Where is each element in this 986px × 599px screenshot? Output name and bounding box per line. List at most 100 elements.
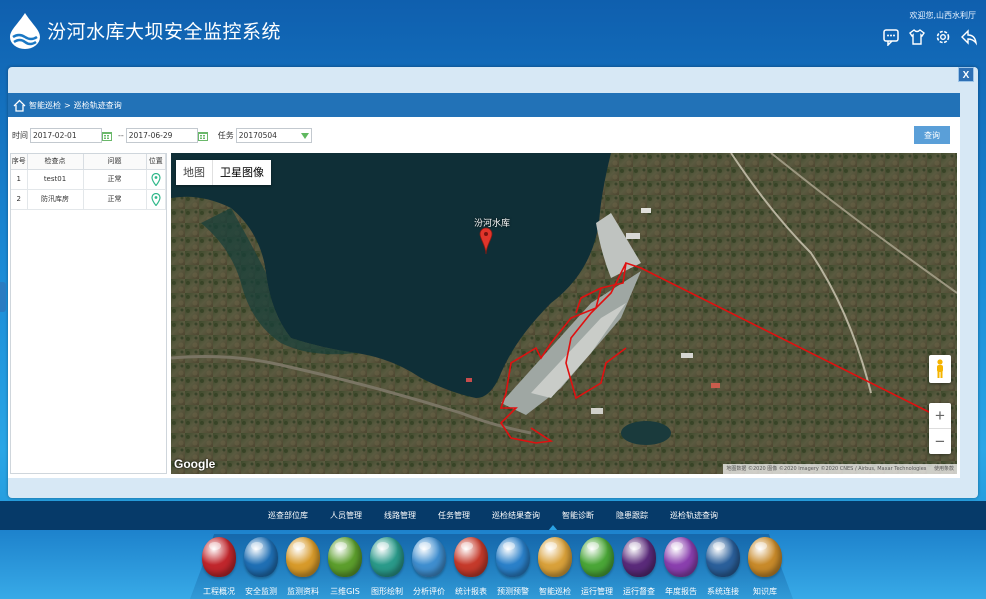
subnav-item-inspection-parts[interactable]: 巡查部位库 [268,510,308,521]
cell-location [146,169,166,190]
col-header-point: 检查点 [27,154,84,170]
operation-management-icon [580,537,614,577]
task-select-value: 20170504 [238,131,277,140]
subnav-item-hazard-tracking[interactable]: 隐患跟踪 [616,510,648,521]
map-type-satellite-button[interactable]: 卫星图像 [212,160,271,185]
dock-item-forecast[interactable]: 预测预警 [492,537,534,597]
zoom-in-button[interactable]: + [929,403,951,428]
dock-label: 三维GIS [330,587,360,596]
checkpoint-table: 序号 检查点 问题 位置 1 test01 正常 2 防汛库房 正常 [10,153,167,474]
subnav-item-personnel[interactable]: 人员管理 [330,510,362,521]
dock-label: 知识库 [753,587,777,596]
subnav-item-track-query[interactable]: 巡检轨迹查询 [670,510,718,521]
dock-item-safety-monitoring[interactable]: 安全监测 [240,537,282,597]
dock-item-monitoring-data[interactable]: 监测资料 [282,537,324,597]
breadcrumb-separator: > [64,100,71,110]
shirt-theme-icon[interactable] [908,28,926,46]
project-overview-icon [202,537,236,577]
dock-item-graph-drawing[interactable]: 图形绘制 [366,537,408,597]
subnav-item-diagnosis[interactable]: 智能诊断 [562,510,594,521]
map-marker-icon[interactable] [479,227,493,255]
map-type-control: 地图 卫星图像 [176,160,271,185]
zoom-out-button[interactable]: − [929,429,951,454]
dock-label: 图形绘制 [371,587,403,596]
dock-item-analysis[interactable]: 分析评价 [408,537,450,597]
query-button[interactable]: 查询 [914,126,950,144]
dock-label: 统计报表 [455,587,487,596]
dock-label: 监测资料 [287,587,319,596]
back-arrow-icon[interactable] [960,28,978,46]
cell-issue: 正常 [83,169,147,190]
col-header-location: 位置 [146,154,166,170]
app-title: 汾河水库大坝安全监控系统 [47,21,282,43]
breadcrumb-root[interactable]: 智能巡检 [29,100,61,111]
dock-item-annual-report[interactable]: 年度报告 [660,537,702,597]
task-select[interactable]: 20170504 [235,128,312,143]
satellite-imagery [171,153,957,474]
location-pin-icon[interactable] [151,192,161,206]
module-dock: 工程概况 安全监测 监测资料 三维GIS 图形绘制 分析评价 统计报表 预测预警… [198,537,786,597]
col-header-no: 序号 [11,154,28,170]
google-logo: Google [174,457,216,471]
annual-report-icon [664,537,698,577]
date-range-dash: -- [118,131,124,140]
cell-no: 2 [11,189,28,210]
task-label: 任务 [217,131,234,140]
breadcrumb-current: 巡检轨迹查询 [73,100,122,110]
dock-label: 预测预警 [497,587,529,596]
subnav-item-routes[interactable]: 线路管理 [384,510,416,521]
home-icon[interactable] [13,99,26,112]
table-row[interactable]: 2 防汛库房 正常 [11,189,166,210]
end-date-input[interactable] [125,128,198,143]
content-area: 时间 -- 任务 20170504 查询 [8,117,960,478]
start-date-input[interactable] [30,128,102,143]
dock-item-statistics[interactable]: 统计报表 [450,537,492,597]
system-link-icon [706,537,740,577]
map-type-roadmap-button[interactable]: 地图 [176,160,212,185]
breadcrumb: 智能巡检 > 巡检轨迹查询 [8,93,960,117]
message-icon[interactable] [882,28,900,46]
dock-item-knowledge-base[interactable]: 知识库 [744,537,786,597]
calendar-icon[interactable] [197,130,209,142]
street-view-pegman-button[interactable] [929,355,951,383]
3d-gis-icon [328,537,362,577]
statistics-report-icon [454,537,488,577]
analysis-evaluation-icon [412,537,446,577]
terms-link[interactable]: 使用条款 [934,466,954,472]
satellite-map[interactable]: 地图 卫星图像 汾河水库 + − Google 地图数据 ©2020 图像 ©2… [171,153,957,474]
dropdown-arrow-icon [300,132,309,139]
settings-gear-icon[interactable] [934,28,952,46]
forecast-warning-icon [496,537,530,577]
dock-item-system-link[interactable]: 系统连接 [702,537,744,597]
app-header: 汾河水库大坝安全监控系统 欢迎您,山西水利厅 [0,0,986,66]
welcome-text: 欢迎您,山西水利厅 [909,11,976,20]
cell-issue: 正常 [83,189,147,210]
subnav-item-results[interactable]: 巡检结果查询 [492,510,540,521]
dock-label: 智能巡检 [539,587,571,596]
dock-item-3d-gis[interactable]: 三维GIS [324,537,366,597]
location-pin-icon[interactable] [151,172,161,186]
table-header-row: 序号 检查点 问题 位置 [11,154,166,170]
safety-monitoring-icon [244,537,278,577]
dock-item-smart-inspection[interactable]: 智能巡检 [534,537,576,597]
table-row[interactable]: 1 test01 正常 [11,169,166,190]
side-panel-toggle[interactable] [0,282,6,312]
pegman-icon [937,359,943,378]
dock-label: 分析评价 [413,587,445,596]
dock-item-project-overview[interactable]: 工程概况 [198,537,240,597]
dock-item-operation-management[interactable]: 运行管理 [576,537,618,597]
dock-label: 安全监测 [245,587,277,596]
monitoring-data-icon [286,537,320,577]
water-drop-logo-icon [10,13,40,49]
dock-item-operation-supervision[interactable]: 运行督查 [618,537,660,597]
cell-point: 防汛库房 [27,189,84,210]
cell-no: 1 [11,169,28,190]
subnav-item-tasks[interactable]: 任务管理 [438,510,470,521]
sub-navigation: 巡查部位库 人员管理 线路管理 任务管理 巡检结果查询 智能诊断 隐患跟踪 巡检… [0,501,986,530]
col-header-issue: 问题 [83,154,147,170]
cell-location [146,189,166,210]
dock-label: 系统连接 [707,587,739,596]
main-panel: X 智能巡检 > 巡检轨迹查询 时间 -- 任务 [8,67,978,498]
close-button[interactable]: X [958,67,974,82]
calendar-icon[interactable] [101,130,113,142]
